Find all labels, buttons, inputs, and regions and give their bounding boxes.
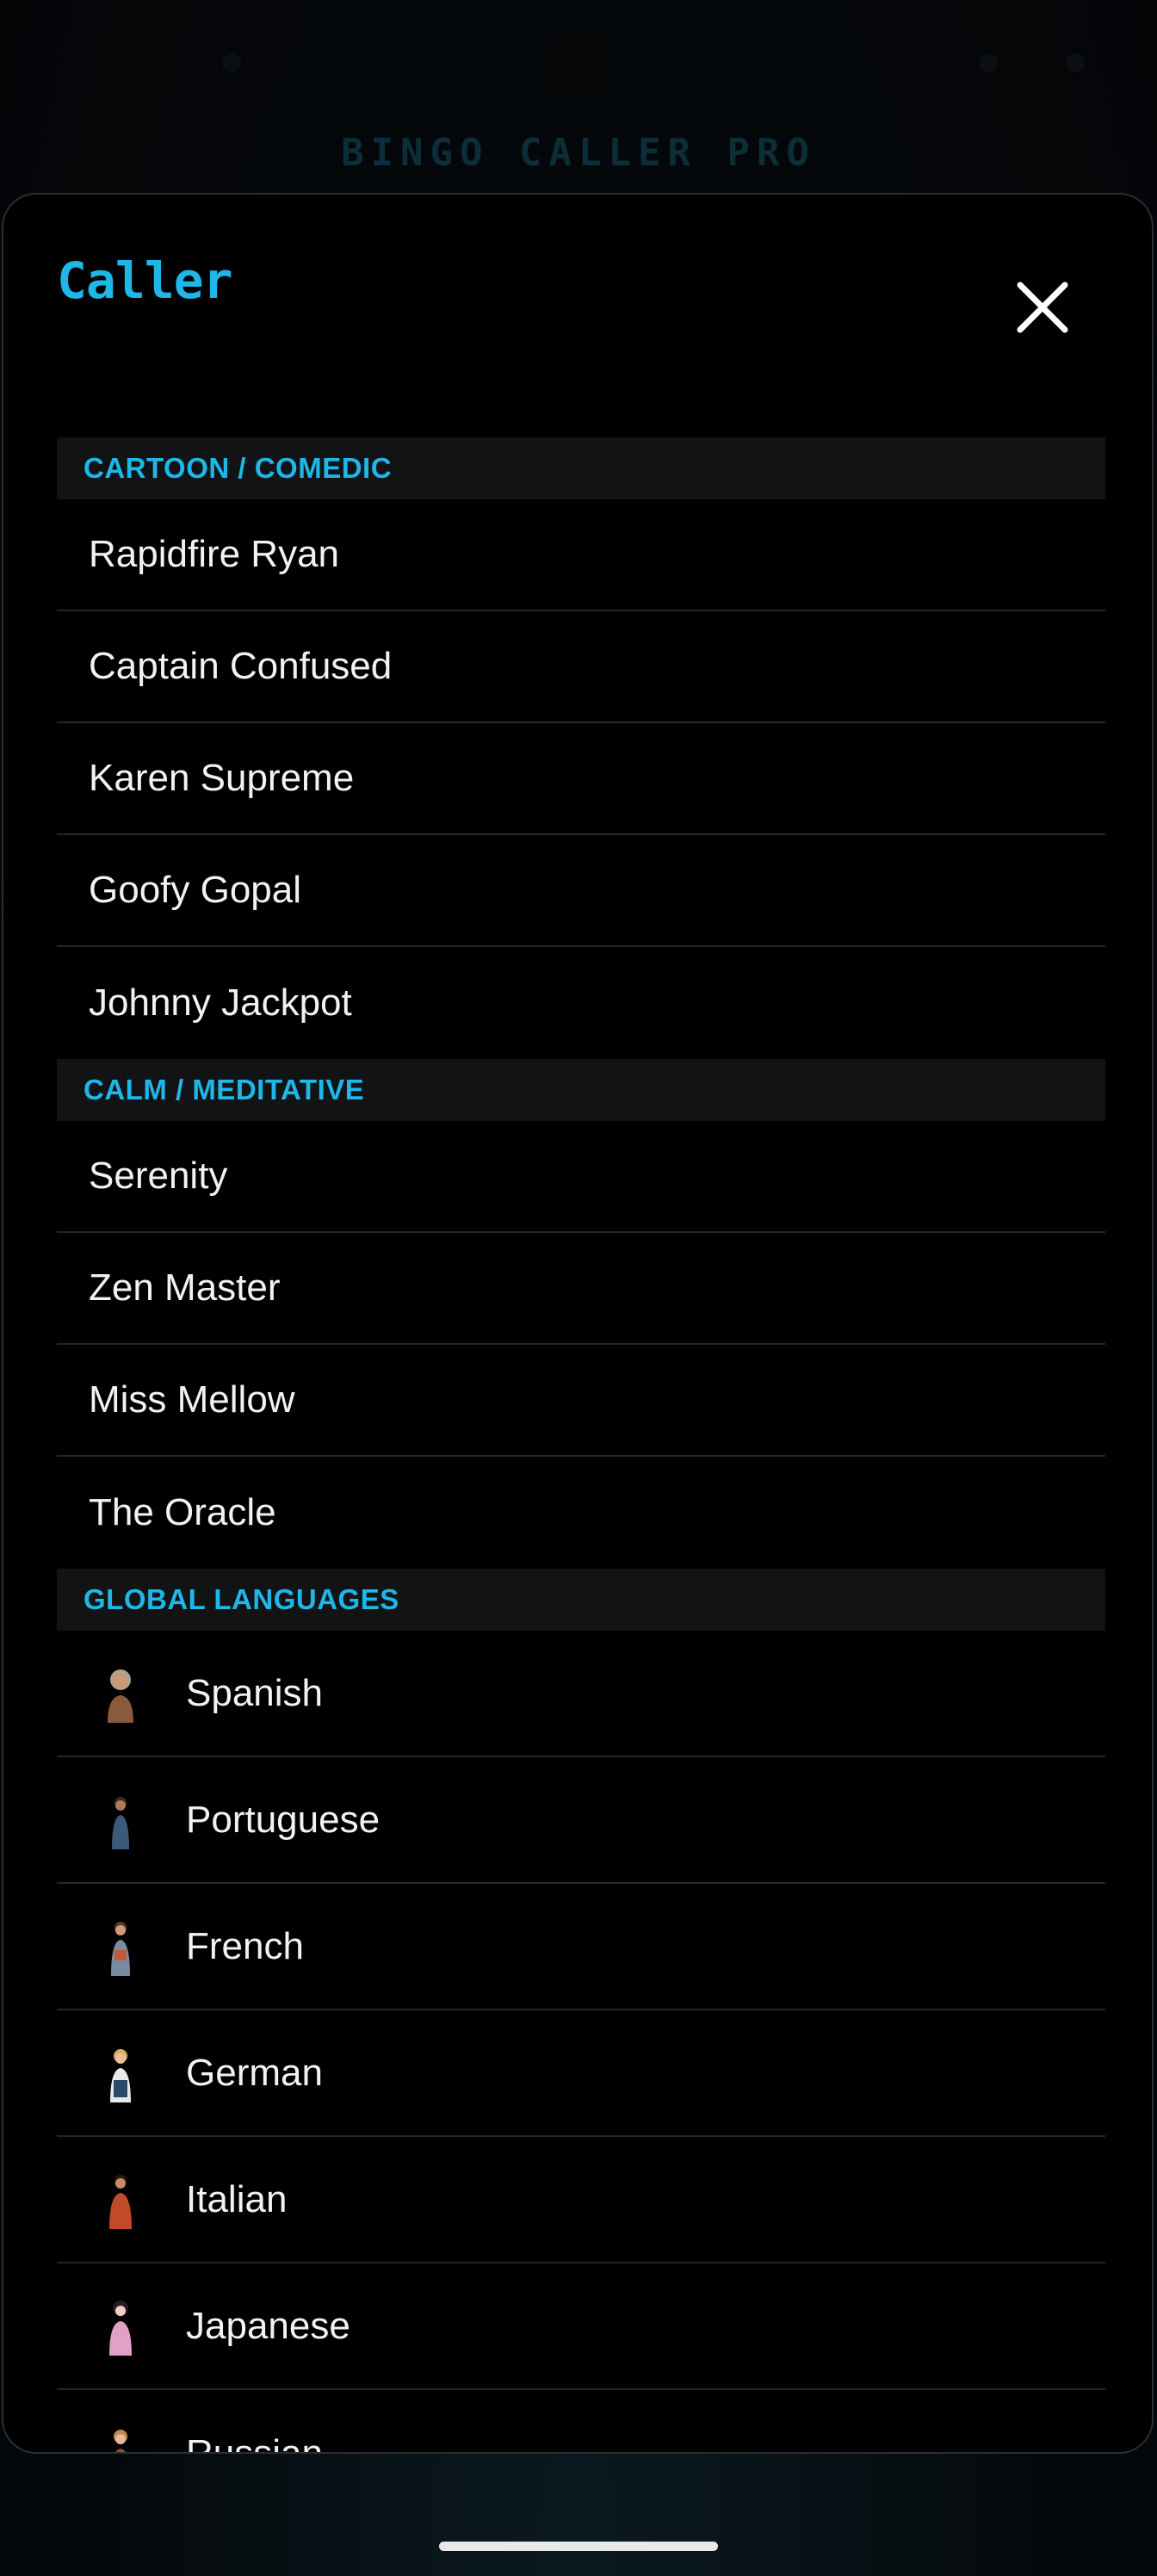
caller-item-portuguese[interactable]: Portuguese <box>57 1757 1105 1884</box>
section-header-global: GLOBAL LANGUAGES <box>57 1569 1105 1631</box>
caller-item-label: Johnny Jackpot <box>89 981 352 1024</box>
caller-selection-sheet: Caller CARTOON / COMEDIC Rapidfire Ryan … <box>2 193 1154 2454</box>
caller-item-german[interactable]: German <box>57 2010 1105 2137</box>
avatar-icon <box>101 2423 140 2452</box>
caller-item-rapidfire-ryan[interactable]: Rapidfire Ryan <box>57 499 1105 611</box>
caller-item-label: German <box>186 2051 323 2094</box>
caller-item-french[interactable]: French <box>57 1884 1105 2010</box>
caller-item-label: Miss Mellow <box>89 1378 295 1421</box>
avatar-icon <box>101 1916 140 1978</box>
caller-item-the-oracle[interactable]: The Oracle <box>57 1457 1105 1569</box>
close-button[interactable] <box>1012 277 1073 337</box>
caller-item-label: Japanese <box>186 2304 350 2347</box>
caller-list: CARTOON / COMEDIC Rapidfire Ryan Captain… <box>57 437 1105 2454</box>
caller-item-label: Captain Confused <box>89 645 393 687</box>
caller-item-italian[interactable]: Italian <box>57 2137 1105 2263</box>
status-icon <box>980 53 999 72</box>
status-icon <box>1066 53 1085 72</box>
caller-item-label: Portuguese <box>186 1798 381 1841</box>
avatar-icon <box>101 2169 140 2231</box>
caller-item-karen-supreme[interactable]: Karen Supreme <box>57 723 1105 835</box>
avatar-icon <box>101 2295 140 2357</box>
avatar-icon <box>101 1789 140 1851</box>
caller-item-japanese[interactable]: Japanese <box>57 2263 1105 2390</box>
caller-item-label: French <box>186 1924 304 1967</box>
background-app-title: BINGO CALLER PRO <box>341 131 816 175</box>
caller-item-label: Serenity <box>89 1155 228 1197</box>
caller-item-goofy-gopal[interactable]: Goofy Gopal <box>57 835 1105 947</box>
caller-item-russian[interactable]: Russian <box>57 2390 1105 2454</box>
caller-item-johnny-jackpot[interactable]: Johnny Jackpot <box>57 947 1105 1059</box>
caller-item-miss-mellow[interactable]: Miss Mellow <box>57 1345 1105 1457</box>
caller-item-label: Russian <box>186 2431 323 2454</box>
caller-item-label: Karen Supreme <box>89 757 355 799</box>
caller-item-label: Zen Master <box>89 1266 281 1309</box>
caller-item-zen-master[interactable]: Zen Master <box>57 1233 1105 1345</box>
screen: BINGO CALLER PRO Caller CARTOON / COMEDI… <box>0 0 1157 2576</box>
caller-item-spanish[interactable]: Spanish <box>57 1631 1105 1757</box>
section-header-calm: CALM / MEDITATIVE <box>57 1059 1105 1121</box>
avatar-icon <box>101 2042 140 2104</box>
camera-cutout <box>539 28 616 105</box>
caller-item-label: Rapidfire Ryan <box>89 533 340 575</box>
sheet-title: Caller <box>57 251 233 310</box>
caller-item-label: Italian <box>186 2177 288 2220</box>
close-icon <box>1017 282 1068 333</box>
caller-item-label: Goofy Gopal <box>89 869 302 911</box>
home-indicator[interactable] <box>439 2542 718 2551</box>
avatar-icon <box>101 1663 140 1725</box>
status-icon <box>222 53 241 72</box>
caller-item-serenity[interactable]: Serenity <box>57 1121 1105 1233</box>
section-header-cartoon: CARTOON / COMEDIC <box>57 437 1105 499</box>
caller-item-label: The Oracle <box>89 1491 276 1533</box>
caller-item-label: Spanish <box>186 1671 324 1714</box>
caller-item-captain-confused[interactable]: Captain Confused <box>57 611 1105 723</box>
